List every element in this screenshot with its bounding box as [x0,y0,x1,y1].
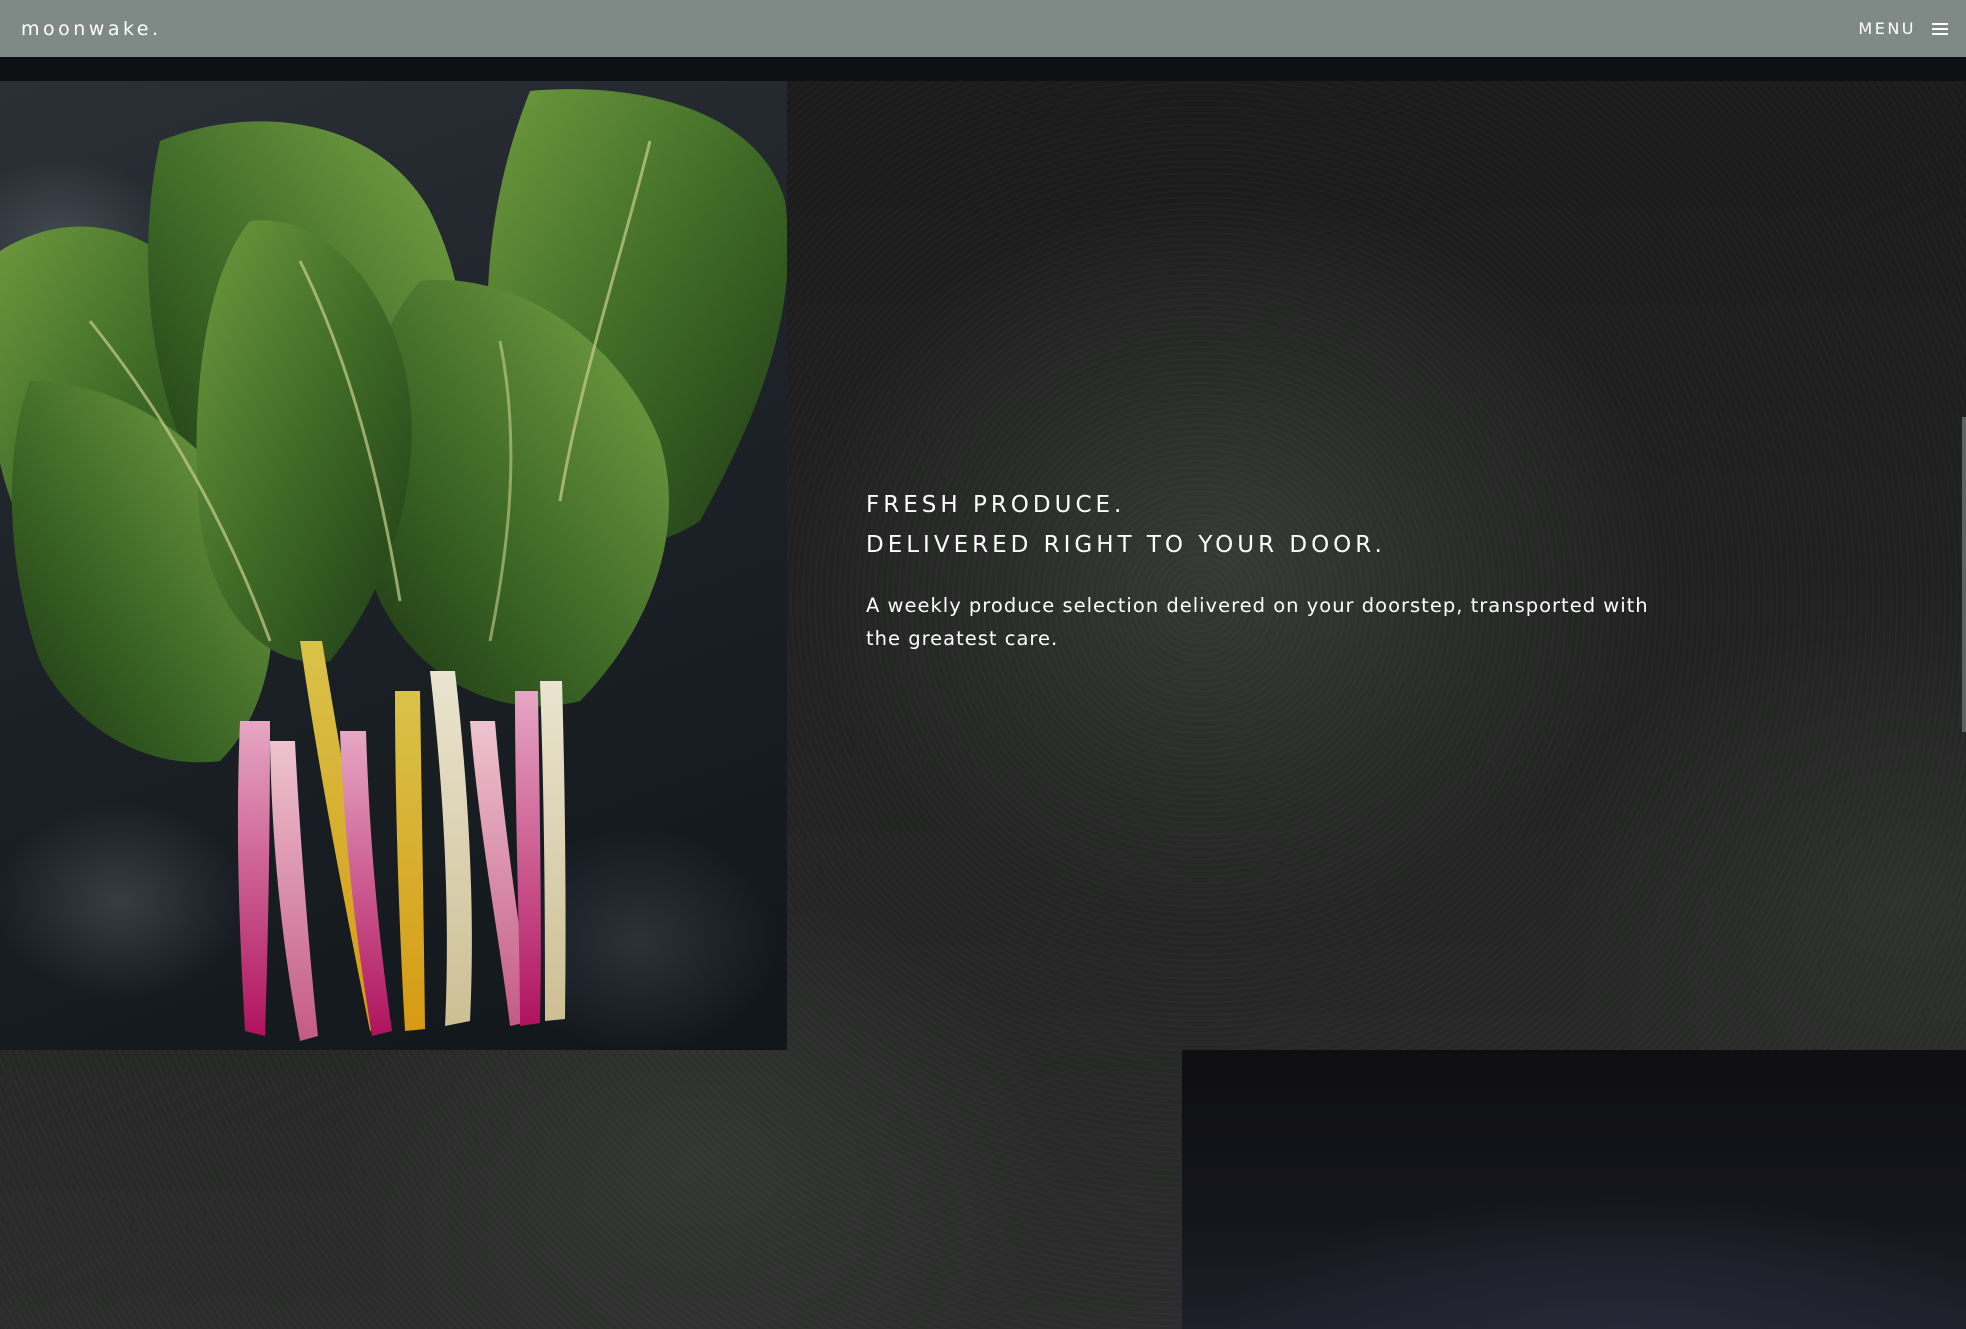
page: moonwake. MENU FRESH PRODUCE. DELIVERED … [0,0,1966,1329]
header-underlay [0,57,1966,81]
menu-button[interactable]: MENU [1858,19,1948,38]
chard-photo [0,81,787,1050]
bottom-photo [1182,1050,1966,1329]
hamburger-icon [1932,22,1948,35]
site-header: moonwake. MENU [0,0,1966,57]
scrollbar-thumb[interactable] [1962,417,1966,732]
chard-illustration [0,89,787,1041]
hero-heading-line-2: DELIVERED RIGHT TO YOUR DOOR. [866,532,1386,558]
hero-heading: FRESH PRODUCE. DELIVERED RIGHT TO YOUR D… [866,485,1666,565]
hero-section: FRESH PRODUCE. DELIVERED RIGHT TO YOUR D… [866,485,1666,655]
menu-label: MENU [1858,19,1916,38]
hero-heading-line-1: FRESH PRODUCE. [866,492,1126,518]
hero-description: A weekly produce selection delivered on … [866,594,1649,650]
logo[interactable]: moonwake. [21,18,162,40]
